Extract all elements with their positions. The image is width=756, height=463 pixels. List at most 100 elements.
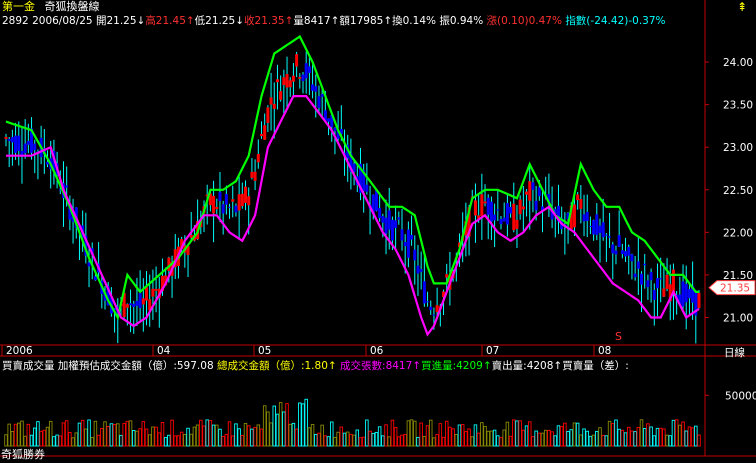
volume-bar — [58, 435, 63, 447]
volume-bar — [518, 420, 522, 447]
volume-bar — [90, 437, 94, 447]
candle-body — [681, 281, 685, 307]
volume-bar — [122, 422, 126, 447]
volume-bar — [307, 427, 312, 447]
volume-bar — [409, 419, 414, 447]
volume-bar — [658, 427, 663, 447]
candle-body — [525, 191, 529, 195]
volume-bar — [438, 423, 443, 447]
volume-bar — [80, 419, 85, 447]
period-label: 日線 — [724, 346, 745, 359]
volume-bar — [457, 424, 462, 447]
volume-bar — [642, 428, 647, 447]
volume-bar — [266, 411, 270, 447]
candle-body — [253, 171, 257, 181]
volume-bar — [499, 437, 503, 447]
candle-body — [266, 107, 270, 123]
volume-bar — [512, 419, 516, 447]
candle-body — [154, 289, 158, 291]
volume-bar — [556, 425, 561, 447]
ind-title[interactable]: 買賣成交量 — [2, 360, 55, 372]
volume-bar — [543, 429, 548, 447]
candle-body — [231, 199, 235, 202]
volume-bar — [294, 428, 299, 447]
volume-bar — [566, 431, 570, 447]
candle-body — [429, 306, 433, 310]
candle-body — [400, 229, 404, 241]
candle-body — [483, 201, 487, 204]
x-tick-label: 07 — [486, 345, 499, 357]
volume-bar — [381, 435, 385, 447]
candle-body — [256, 153, 260, 163]
candle-body — [317, 96, 321, 108]
volume-bar — [42, 429, 47, 447]
volume-bar — [422, 436, 427, 447]
volume-bar — [285, 403, 289, 447]
volume-bar — [119, 434, 123, 447]
candle-body — [617, 235, 621, 247]
candle-body — [320, 94, 324, 97]
candle-body — [502, 217, 506, 222]
volume-bar — [425, 425, 430, 447]
candle-body — [244, 186, 248, 203]
volume-bar — [103, 421, 107, 447]
volume-bar — [444, 420, 449, 447]
candle-body — [585, 211, 589, 221]
indicator-row: 買賣成交量 加權預估成交金額（億）:597.08 總成交金額（億）:1.80↑ … — [2, 359, 629, 373]
candle-body — [311, 84, 315, 91]
candle-body — [627, 246, 631, 256]
volume-bar — [128, 420, 133, 447]
candle-body — [496, 209, 500, 211]
volume-bar — [441, 436, 446, 447]
candle-body — [275, 79, 279, 83]
candle-body — [636, 261, 640, 269]
y-tick-label: 24.00 — [723, 57, 753, 69]
candle-body — [406, 229, 410, 258]
volume-bar — [416, 436, 420, 447]
volume-bar — [540, 432, 545, 447]
volume-bar — [84, 428, 88, 447]
candle-body — [135, 300, 139, 306]
volume-bar — [505, 421, 510, 447]
volume-bar — [141, 421, 146, 447]
candle-body — [534, 200, 538, 211]
ind-deal-volume: 成交張數:8417↑ — [340, 360, 422, 372]
pin-icon[interactable]: ⇞ — [737, 0, 747, 14]
volume-bar — [476, 432, 481, 447]
volume-bar — [630, 430, 634, 447]
stock-name[interactable]: 第一金 — [2, 0, 35, 13]
y-tick-label: 23.00 — [723, 142, 753, 154]
candle-body — [413, 249, 417, 261]
volume-bar — [20, 420, 24, 447]
candle-body — [221, 204, 225, 214]
candle-body — [486, 197, 490, 215]
candle-body — [489, 201, 493, 222]
candle-body — [643, 263, 647, 266]
volume-bar — [246, 425, 251, 447]
volume-bar — [243, 423, 248, 447]
volume-bar — [598, 427, 602, 447]
candle-body — [528, 181, 532, 201]
volume-bar — [68, 432, 72, 447]
volume-bar — [202, 425, 206, 447]
candle-body — [687, 289, 691, 299]
candle-body — [505, 203, 509, 225]
volume-bar — [64, 420, 69, 447]
volume-bar — [336, 431, 340, 447]
volume-bar — [87, 419, 91, 447]
volume-bar — [662, 428, 666, 447]
candle-body — [250, 171, 254, 178]
y-tick-label: 22.00 — [723, 227, 753, 239]
candle-body — [579, 198, 583, 209]
volume-bar — [604, 435, 609, 447]
candle-body — [259, 133, 263, 137]
volume-bar — [157, 432, 162, 447]
candle-body — [125, 304, 129, 308]
candle-body — [598, 225, 602, 234]
volume-bar — [636, 427, 641, 447]
candle-body — [403, 242, 407, 247]
candle-body — [633, 273, 637, 278]
candle-body — [10, 137, 14, 143]
info-low: 低21.25↓ — [194, 15, 245, 27]
y-tick-label: 21.50 — [723, 270, 753, 282]
